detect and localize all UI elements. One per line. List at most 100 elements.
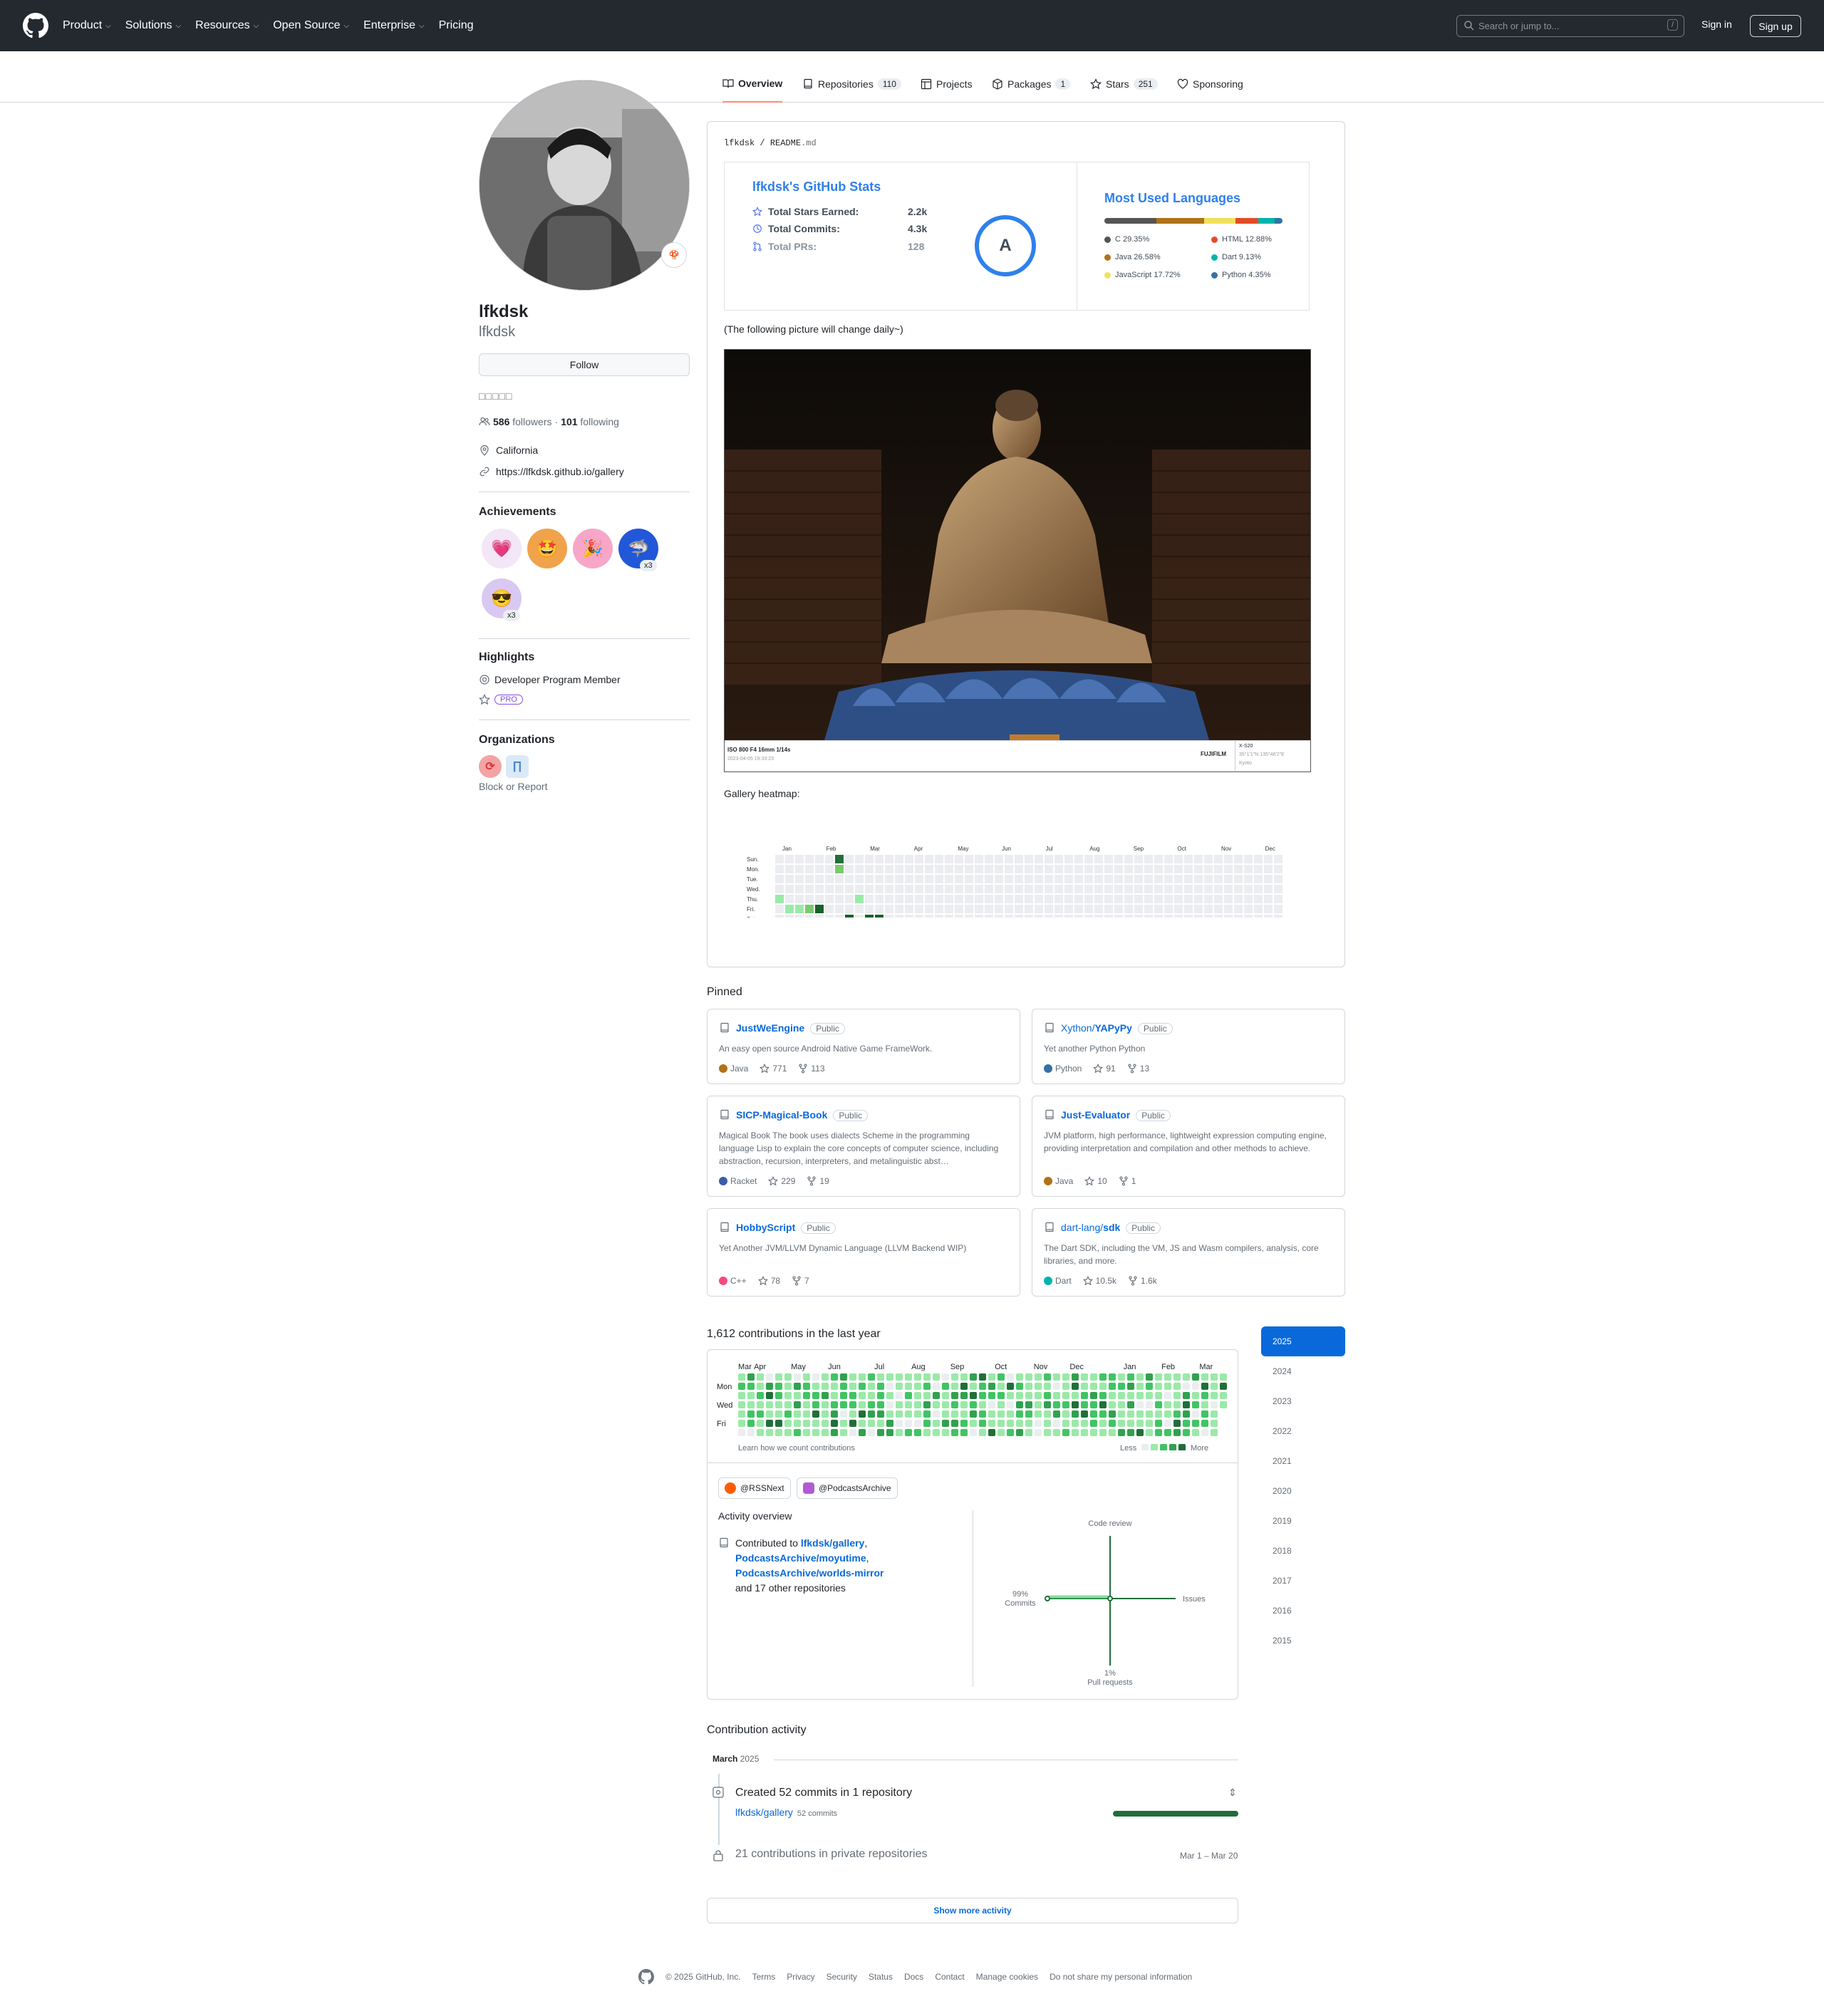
gallery-heatmap-cell[interactable] bbox=[1154, 905, 1163, 913]
sign-up-button[interactable]: Sign up bbox=[1750, 15, 1801, 37]
footer-link[interactable]: Do not share my personal information bbox=[1050, 1972, 1192, 1982]
gallery-heatmap-cell[interactable] bbox=[975, 865, 983, 873]
gallery-heatmap-cell[interactable] bbox=[775, 895, 784, 903]
contribution-day-cell[interactable] bbox=[738, 1420, 745, 1427]
contribution-day-cell[interactable] bbox=[738, 1392, 745, 1399]
contribution-day-cell[interactable] bbox=[766, 1420, 773, 1427]
gallery-heatmap-cell[interactable] bbox=[805, 855, 814, 863]
gallery-heatmap-cell[interactable] bbox=[1254, 875, 1263, 883]
gallery-heatmap-cell[interactable] bbox=[1084, 855, 1093, 863]
contribution-day-cell[interactable] bbox=[1053, 1420, 1060, 1427]
gallery-heatmap-cell[interactable] bbox=[1194, 855, 1203, 863]
gallery-heatmap-cell[interactable] bbox=[965, 855, 973, 863]
contribution-day-cell[interactable] bbox=[1081, 1410, 1088, 1418]
gallery-heatmap-cell[interactable] bbox=[935, 895, 943, 903]
contribution-day-cell[interactable] bbox=[1136, 1410, 1144, 1418]
gallery-heatmap-cell[interactable] bbox=[1124, 855, 1133, 863]
gallery-heatmap-cell[interactable] bbox=[1204, 875, 1213, 883]
gallery-heatmap-cell[interactable] bbox=[975, 915, 983, 918]
contribution-day-cell[interactable] bbox=[896, 1429, 903, 1436]
gallery-heatmap-cell[interactable] bbox=[1164, 905, 1173, 913]
contribution-day-cell[interactable] bbox=[998, 1392, 1005, 1399]
gallery-heatmap-cell[interactable] bbox=[1274, 905, 1282, 913]
gallery-heatmap-cell[interactable] bbox=[965, 875, 973, 883]
contribution-day-cell[interactable] bbox=[1155, 1373, 1162, 1381]
contribution-day-cell[interactable] bbox=[747, 1373, 755, 1381]
contribution-day-cell[interactable] bbox=[831, 1420, 838, 1427]
github-logo-icon[interactable] bbox=[638, 1969, 654, 1985]
gallery-heatmap-cell[interactable] bbox=[1144, 855, 1153, 863]
pinned-repo-link[interactable]: Xython/YAPyPy Public bbox=[1061, 1022, 1173, 1034]
gallery-heatmap-cell[interactable] bbox=[885, 875, 893, 883]
contribution-day-cell[interactable] bbox=[951, 1383, 958, 1390]
gallery-heatmap-cell[interactable] bbox=[905, 855, 913, 863]
contribution-day-cell[interactable] bbox=[988, 1420, 995, 1427]
contribution-day-cell[interactable] bbox=[1127, 1410, 1134, 1418]
contribution-day-cell[interactable] bbox=[1062, 1401, 1069, 1408]
contribution-day-cell[interactable] bbox=[1044, 1392, 1051, 1399]
contribution-day-cell[interactable] bbox=[979, 1429, 986, 1436]
contribution-day-cell[interactable] bbox=[1062, 1392, 1069, 1399]
year-2015[interactable]: 2015 bbox=[1261, 1626, 1345, 1656]
gallery-heatmap-cell[interactable] bbox=[1064, 855, 1073, 863]
gallery-heatmap-cell[interactable] bbox=[815, 915, 824, 918]
gallery-heatmap-cell[interactable] bbox=[945, 865, 953, 873]
contribution-day-cell[interactable] bbox=[1072, 1373, 1079, 1381]
year-2025[interactable]: 2025 bbox=[1261, 1326, 1345, 1356]
contribution-day-cell[interactable] bbox=[1090, 1429, 1097, 1436]
contribution-day-cell[interactable] bbox=[1090, 1373, 1097, 1381]
gallery-heatmap-cell[interactable] bbox=[985, 905, 993, 913]
gallery-heatmap-cell[interactable] bbox=[1025, 895, 1033, 903]
contribution-day-cell[interactable] bbox=[1192, 1383, 1199, 1390]
pinned-repo-link[interactable]: HobbyScript Public bbox=[736, 1222, 836, 1234]
year-2024[interactable]: 2024 bbox=[1261, 1356, 1345, 1386]
gallery-heatmap-cell[interactable] bbox=[795, 885, 804, 893]
gallery-heatmap-cell[interactable] bbox=[875, 865, 884, 873]
gallery-heatmap-cell[interactable] bbox=[1144, 875, 1153, 883]
contribution-day-cell[interactable] bbox=[905, 1410, 912, 1418]
gallery-heatmap-cell[interactable] bbox=[1114, 905, 1123, 913]
contribution-day-cell[interactable] bbox=[1081, 1429, 1088, 1436]
contribution-day-cell[interactable] bbox=[775, 1373, 782, 1381]
gallery-heatmap-cell[interactable] bbox=[985, 915, 993, 918]
contribution-day-cell[interactable] bbox=[1146, 1420, 1153, 1427]
gallery-heatmap-cell[interactable] bbox=[1045, 895, 1053, 903]
contribution-day-cell[interactable] bbox=[1211, 1401, 1218, 1408]
contribution-day-cell[interactable] bbox=[794, 1429, 801, 1436]
tab-stars[interactable]: Stars 251 bbox=[1090, 66, 1158, 103]
contribution-day-cell[interactable] bbox=[849, 1401, 856, 1408]
contribution-day-cell[interactable] bbox=[1173, 1392, 1181, 1399]
gallery-heatmap-cell[interactable] bbox=[1154, 875, 1163, 883]
contribution-day-cell[interactable] bbox=[905, 1373, 912, 1381]
contribution-day-cell[interactable] bbox=[766, 1392, 773, 1399]
gallery-heatmap-cell[interactable] bbox=[885, 915, 893, 918]
contribution-day-cell[interactable] bbox=[1099, 1420, 1107, 1427]
contribution-day-cell[interactable] bbox=[1007, 1429, 1014, 1436]
contribution-day-cell[interactable] bbox=[1146, 1383, 1153, 1390]
gallery-heatmap-cell[interactable] bbox=[1015, 855, 1023, 863]
gallery-heatmap-cell[interactable] bbox=[845, 895, 854, 903]
gallery-heatmap-cell[interactable] bbox=[1104, 875, 1113, 883]
gallery-heatmap-cell[interactable] bbox=[1164, 875, 1173, 883]
contribution-day-cell[interactable] bbox=[1099, 1392, 1107, 1399]
contribution-day-cell[interactable] bbox=[803, 1373, 810, 1381]
contribution-day-cell[interactable] bbox=[1201, 1383, 1208, 1390]
gallery-heatmap-cell[interactable] bbox=[1084, 865, 1093, 873]
contribution-day-cell[interactable] bbox=[942, 1392, 949, 1399]
gallery-heatmap-cell[interactable] bbox=[1164, 895, 1173, 903]
contribution-day-cell[interactable] bbox=[775, 1392, 782, 1399]
contribution-day-cell[interactable] bbox=[1118, 1401, 1125, 1408]
gallery-heatmap-cell[interactable] bbox=[925, 915, 933, 918]
repo-forks[interactable]: 13 bbox=[1127, 1064, 1149, 1074]
gallery-heatmap-cell[interactable] bbox=[925, 895, 933, 903]
block-or-report-link[interactable]: Block or Report bbox=[479, 781, 547, 792]
gallery-heatmap-cell[interactable] bbox=[1035, 875, 1043, 883]
contribution-day-cell[interactable] bbox=[1164, 1410, 1171, 1418]
contribution-day-cell[interactable] bbox=[886, 1392, 893, 1399]
contribution-day-cell[interactable] bbox=[1127, 1420, 1134, 1427]
achievement-heart-on-sleeve[interactable]: 💗 bbox=[482, 529, 522, 568]
contribution-day-cell[interactable] bbox=[1136, 1420, 1144, 1427]
contribution-day-cell[interactable] bbox=[1155, 1401, 1162, 1408]
contribution-day-cell[interactable] bbox=[1146, 1410, 1153, 1418]
gallery-heatmap-cell[interactable] bbox=[795, 915, 804, 918]
